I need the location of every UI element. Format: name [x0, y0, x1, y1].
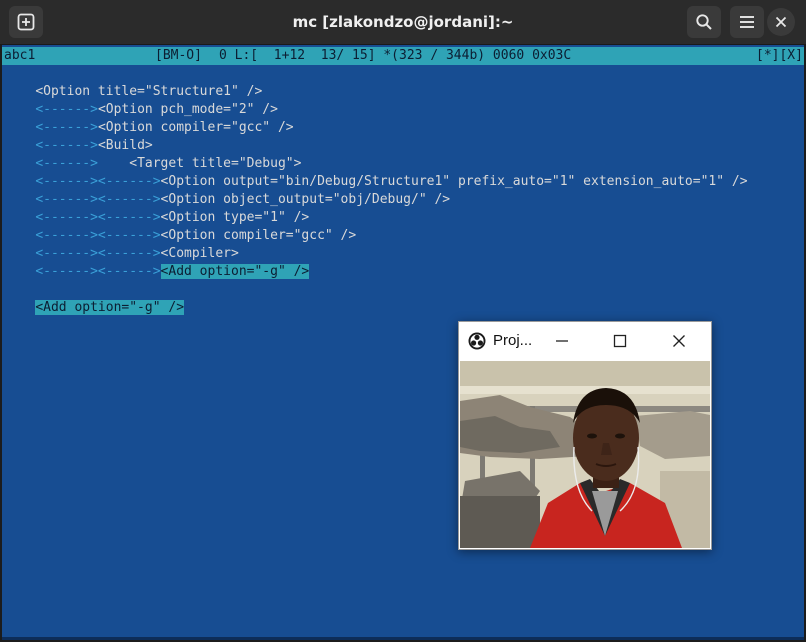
close-window-button[interactable]: [767, 8, 795, 36]
search-button[interactable]: [687, 6, 721, 38]
selected-text: <Add option="-g" />: [160, 264, 310, 279]
close-button[interactable]: [668, 331, 690, 351]
projector-title: Proj...: [493, 332, 533, 349]
bottom-strip: [2, 637, 804, 640]
projector-titlebar[interactable]: Proj...: [459, 322, 711, 360]
close-icon: [673, 335, 685, 347]
code-line: <------><Build>: [4, 119, 152, 153]
webcam-image: [460, 361, 710, 548]
status-filename: abc1: [4, 48, 36, 63]
minimize-button[interactable]: [551, 331, 573, 351]
new-tab-icon: [17, 13, 35, 31]
code-line: <------> <Target title="Debug">: [4, 137, 301, 171]
code-line: <------><Option compiler="gcc" />: [4, 101, 293, 135]
code-line-selected: <------><------><Add option="-g" />: [4, 245, 310, 279]
new-tab-button[interactable]: [9, 6, 43, 38]
obs-icon: [468, 332, 486, 350]
minimize-icon: [556, 340, 568, 342]
close-icon: [775, 16, 787, 28]
hamburger-menu-icon: [740, 16, 754, 28]
code-line: <------><------><Option output="bin/Debu…: [4, 155, 747, 189]
code-line: <------><------><Option object_output="o…: [4, 173, 450, 207]
webcam-feed: [460, 361, 710, 548]
status-mode: [BM-O]: [155, 48, 202, 63]
maximize-icon: [613, 334, 627, 348]
search-icon: [696, 14, 712, 30]
terminal-header-bar: mc [zlakondzo@jordani]:~: [0, 0, 806, 45]
clipboard-line: <Add option="-g" />: [4, 281, 185, 315]
code-line: <------><------><Option compiler="gcc" /…: [4, 209, 356, 243]
code-line: <------><------><Compiler>: [4, 227, 239, 261]
menu-button[interactable]: [730, 6, 764, 38]
status-flags: [*][X]: [756, 48, 803, 63]
maximize-button[interactable]: [609, 331, 631, 351]
tab-marker: <------><------>: [35, 264, 161, 279]
code-line: <------><------><Option type="1" />: [4, 191, 309, 225]
status-position: 0 L:[ 1+12 13/ 15] *(323 / 344b) 0060 0x…: [219, 48, 572, 63]
window-title: mc [zlakondzo@jordani]:~: [292, 13, 514, 31]
code-line: <------><Option pch_mode="2" />: [4, 83, 278, 117]
projector-window[interactable]: Proj...: [458, 321, 712, 550]
code-line: <Option title="Structure1" />: [4, 65, 262, 99]
selected-text: <Add option="-g" />: [35, 300, 185, 315]
editor-status-bar: abc1 [BM-O] 0 L:[ 1+12 13/ 15] *(323 / 3…: [2, 47, 804, 65]
